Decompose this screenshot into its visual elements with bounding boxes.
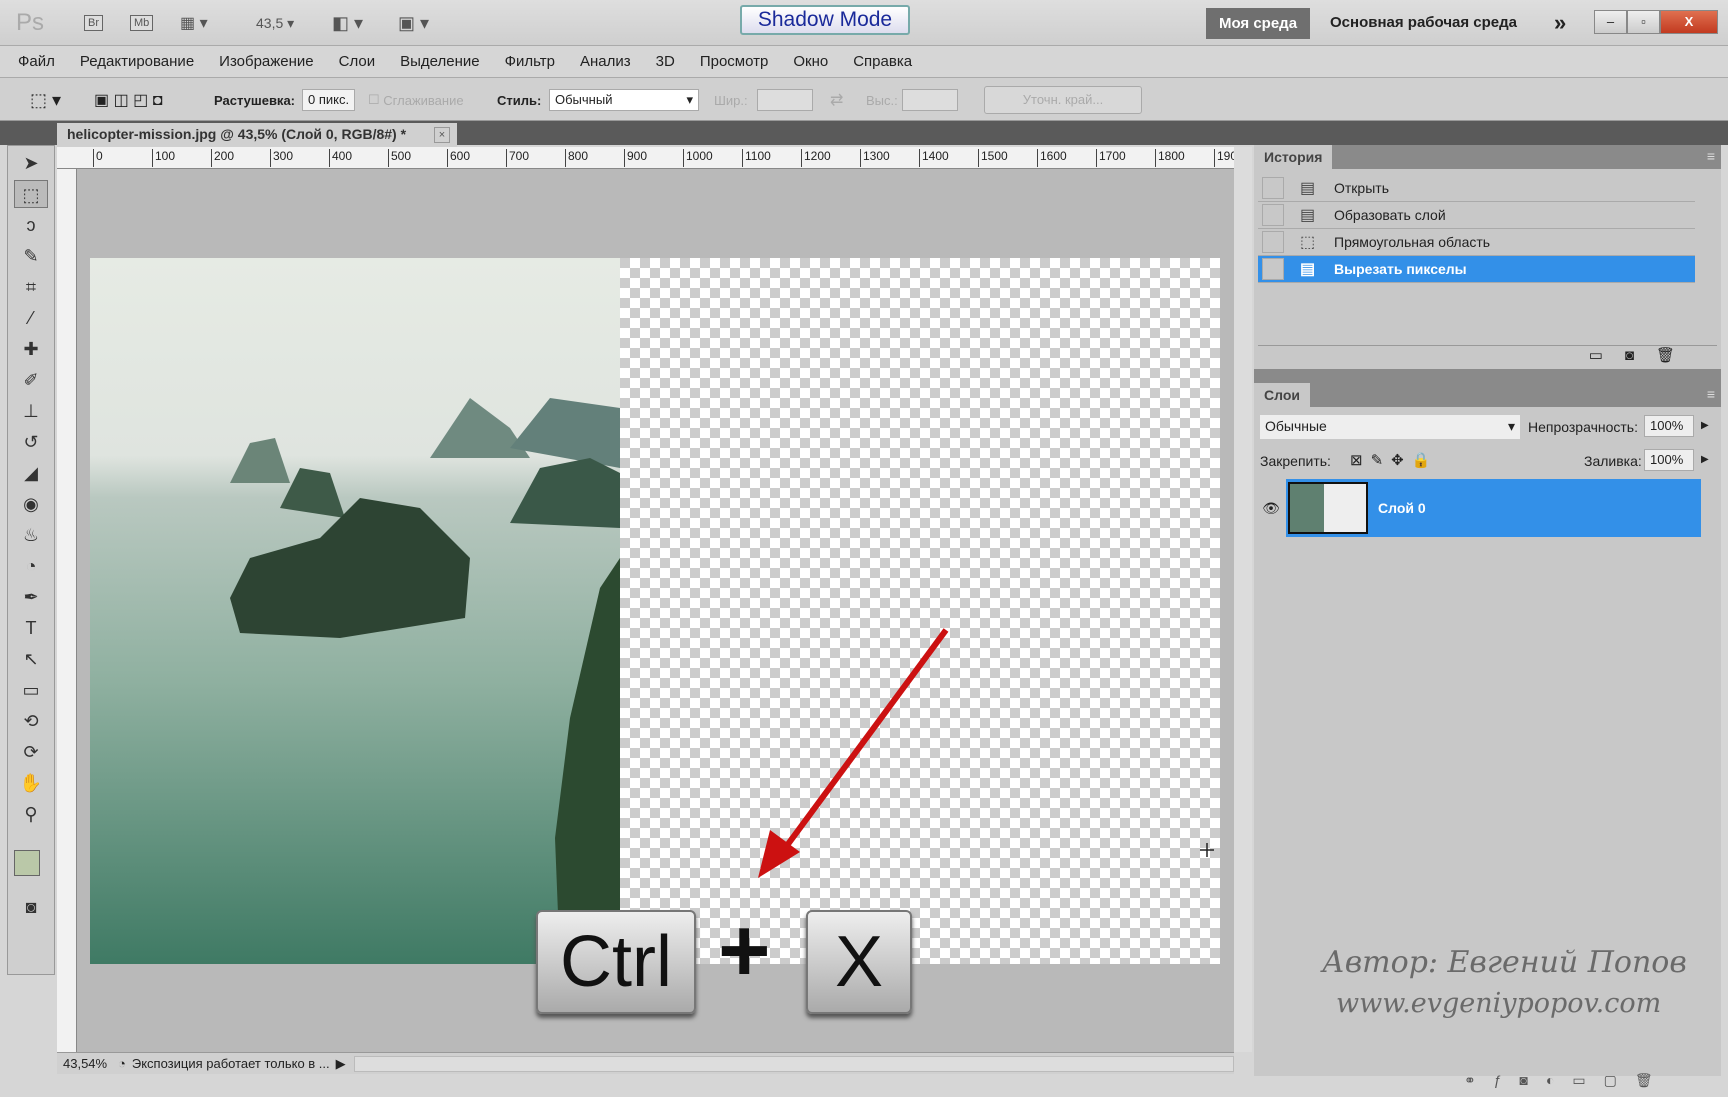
history-item-label: Прямоугольная область [1334, 234, 1491, 250]
lock-icons[interactable]: ⊠✎✥🔒 [1350, 451, 1438, 469]
layer-row[interactable]: 👁 Слой 0 [1256, 479, 1701, 537]
blend-mode-select[interactable]: Обычные ▾ [1260, 415, 1520, 439]
visibility-eye-icon[interactable]: 👁 [1256, 500, 1286, 517]
layers-tab[interactable]: Слои [1254, 383, 1310, 407]
history-item[interactable]: ▤ Образовать слой [1258, 202, 1695, 229]
layers-footer-icons[interactable]: ⚭ƒ◙◐▭▢🗑 [1464, 1072, 1671, 1089]
right-panels: История ≡ ▤ Открыть ▤ Образовать слой ⬚ Прям… [1254, 145, 1721, 1088]
layer-name: Слой 0 [1378, 500, 1426, 516]
history-item-label: Открыть [1334, 180, 1389, 196]
history-item-selected[interactable]: ▤ Вырезать пикселы [1258, 256, 1695, 283]
document-icon: ▤ [1300, 261, 1316, 278]
history-panel-header: История ≡ [1254, 145, 1721, 169]
history-footer-icons[interactable]: ▭◙🗑 [1258, 345, 1717, 369]
document-icon: ▤ [1300, 180, 1316, 197]
site-watermark: www.evgeniypopov.com [1336, 988, 1662, 1019]
ctrl-key: Ctrl [536, 910, 696, 1014]
document-icon: ▤ [1300, 207, 1316, 224]
author-watermark: Автор: Евгений Попов [1322, 945, 1687, 980]
fill-input[interactable]: 100% [1644, 449, 1694, 471]
history-item-label: Вырезать пикселы [1334, 261, 1467, 277]
opacity-slider-arrow[interactable]: ▶ [1696, 415, 1714, 436]
x-key: X [806, 910, 912, 1014]
opacity-input[interactable]: 100% [1644, 415, 1694, 437]
fill-label: Заливка: [1584, 453, 1642, 469]
panel-menu-icon[interactable]: ≡ [1707, 386, 1715, 402]
arrow-to-canvas [777, 628, 949, 857]
lock-label: Закрепить: [1260, 453, 1331, 469]
layers-panel-header: Слои ≡ [1254, 383, 1721, 407]
blend-mode-value: Обычные [1265, 418, 1327, 434]
history-item-label: Образовать слой [1334, 207, 1446, 223]
history-item[interactable]: ⬚ Прямоугольная область [1258, 229, 1695, 256]
fill-slider-arrow[interactable]: ▶ [1696, 449, 1714, 470]
history-item[interactable]: ▤ Открыть [1258, 175, 1695, 202]
history-tab[interactable]: История [1254, 145, 1333, 169]
history-list: ▤ Открыть ▤ Образовать слой ⬚ Прямоугольная… [1254, 169, 1721, 369]
opacity-label: Непрозрачность: [1528, 419, 1638, 435]
crosshair-cursor-icon [1200, 843, 1214, 857]
layer-thumbnail [1288, 482, 1368, 534]
panel-menu-icon[interactable]: ≡ [1707, 148, 1715, 164]
plus-sign: + [718, 901, 771, 1001]
marquee-icon: ⬚ [1300, 234, 1316, 251]
